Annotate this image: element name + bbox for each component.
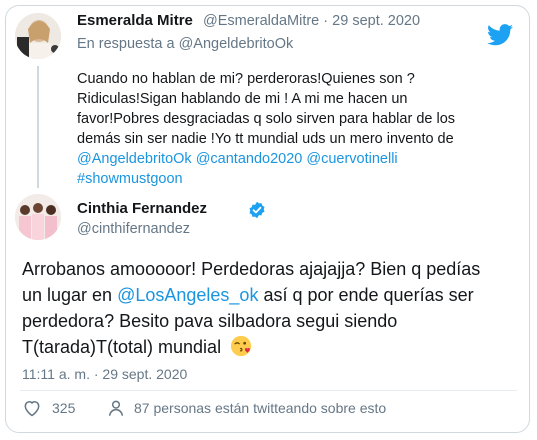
tweet-date[interactable]: 29 sept. 2020 [102, 366, 187, 382]
meta-separator: · [323, 13, 329, 29]
divider [20, 390, 517, 391]
tweet-text-line: Cuando no hablan de mi? perderoras!Quien… [77, 71, 415, 87]
meta-separator: · [93, 366, 99, 382]
author-handle[interactable]: @cinthifernandez [77, 221, 190, 237]
talking-about-link[interactable]: 87 personas están twitteando sobre esto [134, 400, 386, 416]
avatar[interactable] [15, 194, 61, 240]
reply-prefix: En respuesta a [77, 36, 175, 52]
tweet-text-segment: así q por ende querías ser [258, 285, 474, 305]
reply-to-link[interactable]: @AngeldebritoOk [179, 36, 294, 52]
heart-icon[interactable] [22, 398, 42, 418]
thread-connector-line [37, 66, 39, 188]
author-name[interactable]: Cinthia Fernandez [77, 200, 207, 217]
tweet-text-line: Ridiculas!Sigan hablando de mi ! A mi me… [77, 91, 408, 107]
twitter-bird-icon[interactable] [487, 24, 513, 46]
tweet-text-line: T(tarada)T(total) mundial [22, 337, 222, 357]
face-throwing-kiss-emoji [231, 335, 252, 357]
tweet-text-segment: un lugar en [22, 285, 118, 305]
mention-link[interactable]: @cuervotinelli [306, 151, 397, 167]
tweet-text-line: demás sin ser nadie !Yo tt mundial uds u… [77, 131, 454, 147]
author-name[interactable]: Esmeralda Mitre [77, 12, 193, 29]
mention-link[interactable]: @cantando2020 [196, 151, 303, 167]
tweet-date[interactable]: 29 sept. 2020 [332, 13, 420, 29]
tweet-text-line: Arrobanos amooooor! Perdedoras ajajajja?… [22, 259, 481, 279]
verified-badge-icon [249, 201, 265, 219]
avatar[interactable] [15, 13, 61, 59]
tweet-text-line: perdedora? Besito pava silbadora segui s… [22, 311, 398, 331]
tweet-text-line: favor!Pobres desgraciadas q solo sirven … [77, 111, 456, 127]
hashtag-link[interactable]: #showmustgoon [77, 169, 183, 189]
tweet-time[interactable]: 11:11 a. m. [22, 366, 90, 382]
person-icon[interactable] [106, 398, 126, 418]
author-handle[interactable]: @EsmeraldaMitre [203, 13, 319, 29]
mention-link[interactable]: @AngeldebritoOk [77, 151, 192, 167]
mention-link[interactable]: @LosAngeles_ok [117, 285, 258, 305]
like-count[interactable]: 325 [52, 400, 75, 416]
